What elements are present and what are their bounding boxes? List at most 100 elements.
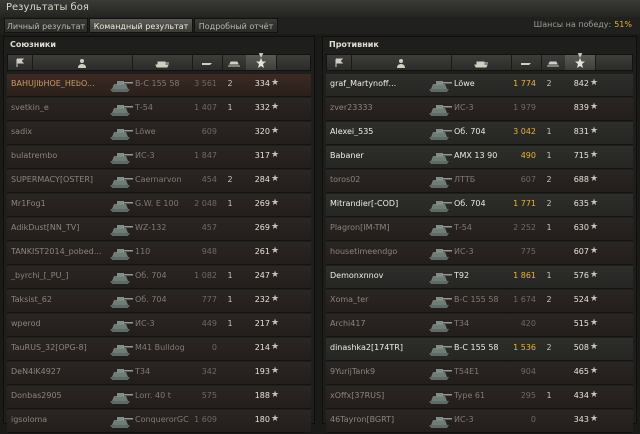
player-name: Demonxnnov [330,271,384,280]
xp-value: 515 [573,319,589,328]
xp-column-header[interactable]: ▼ [246,52,277,70]
damage-column-header[interactable] [192,55,223,70]
frags-column-header[interactable] [541,55,566,70]
table-row[interactable]: TANKIST2014_pobed... 110 948 261 ★ [7,242,311,265]
tank-icon [110,297,133,308]
table-row[interactable]: graf_Martynoff... Löwe 1 774 2 842 ★ [326,74,633,97]
table-row[interactable]: housetimeendgo ИС-3 775 607 ★ [326,242,633,265]
tank-icon [429,153,452,164]
star-icon: ★ [271,270,280,280]
platoon-column-header[interactable] [8,55,33,70]
frags-value: 1 [227,319,233,328]
star-icon: ★ [271,174,280,184]
tank-name: Т34 [454,319,470,328]
table-row[interactable]: 9YurijTank9 T54E1 904 465 ★ [326,362,633,385]
table-row[interactable]: Demonxnnov T92 1 861 1 576 ★ [326,266,633,289]
table-row[interactable]: _byrchi_[_PU_] Об. 704 1 082 1 247 ★ [7,266,311,289]
star-icon: ★ [590,198,599,208]
xp-column-header[interactable]: ▼ [565,52,596,70]
frags-column-header[interactable] [222,55,247,70]
table-row[interactable]: sadix Löwe 609 320 ★ [7,122,311,145]
player-name: Alexei_535 [330,127,374,136]
table-row[interactable]: Mitrandier[-COD] Об. 704 1 771 2 635 ★ [326,194,633,217]
star-icon: ★ [590,294,599,304]
damage-column-header[interactable] [511,55,542,70]
arrow-down-icon: ▼ [577,52,583,59]
table-row[interactable]: 46Tayron[BGRT] ИС-3 0 343 ★ [326,410,633,433]
xp-value: 524 [573,295,589,304]
xp-value: 247 [254,271,270,280]
tank-icon [110,105,133,116]
star-icon: ★ [271,126,280,136]
allies-panel: Союзники ▼ BAHUJlbHOE_HEbO... В-С 155 58 3… [3,36,315,433]
tank-column-header[interactable] [132,55,193,70]
frags-value: 2 [546,79,552,88]
table-row[interactable]: DeN4iK4927 Т34 342 193 ★ [7,362,311,385]
xp-value: 839 [573,103,589,112]
frags-value: 1 [546,271,552,280]
tank-name: ИС-3 [454,415,474,424]
tank-silhouette-icon [547,61,559,67]
damage-value: 1 674 [513,295,536,304]
platoon-column-header[interactable] [327,55,352,70]
table-row[interactable]: BAHUJlbHOE_HEbO... В-С 155 58 3 561 2 334 ★ [7,74,311,97]
flag-icon [335,58,344,67]
star-icon: ★ [590,102,599,112]
tank-name: AMX 13 90 [454,151,498,160]
tab-team-result[interactable]: Командный результат [89,18,193,33]
table-row[interactable]: toros02 ЛТТБ 607 2 688 ★ [326,170,633,193]
player-column-header[interactable] [351,55,452,70]
table-row[interactable]: Plagron[IM-TM] Т-54 2 252 1 630 ★ [326,218,633,241]
player-name: toros02 [330,175,361,184]
person-icon [78,59,86,68]
player-name: Mr1Fog1 [11,199,46,208]
tank-name: В-С 155 58 [135,79,180,88]
tank-icon [110,177,133,188]
table-row[interactable]: SUPERMACY[OSTER] Caernarvon 454 2 284 ★ [7,170,311,193]
table-row[interactable]: Archi417 Т34 420 515 ★ [326,314,633,337]
star-icon: ★ [590,174,599,184]
damage-value: 342 [201,367,217,376]
star-icon: ★ [590,222,599,232]
damage-value: 454 [201,175,217,184]
star-icon: ★ [590,78,599,88]
tank-name: Об. 704 [135,271,167,280]
player-column-header[interactable] [32,55,133,70]
player-name: svetkin_e [11,103,49,112]
player-name: 46Tayron[BGRT] [330,415,395,424]
table-row[interactable]: Alexei_535 Об. 704 3 042 1 831 ★ [326,122,633,145]
table-row[interactable]: Mr1Fog1 G.W. E 100 2 048 1 269 ★ [7,194,311,217]
player-name: Mitrandier[-COD] [330,199,399,208]
table-row[interactable]: wperod ИС-3 449 1 217 ★ [7,314,311,337]
tank-name: Т34 [135,367,151,376]
tab-personal-result[interactable]: Личный результат [4,18,88,33]
table-row[interactable]: TauRUS_32[OPG-8] M41 Bulldog 0 214 ★ [7,338,311,361]
table-row[interactable]: zver23333 ИС-3 1 979 839 ★ [326,98,633,121]
xp-value: 217 [254,319,270,328]
tank-name: В-С 155 58 [454,295,499,304]
xp-value: 343 [573,415,589,424]
frags-value: 1 [546,151,552,160]
table-row[interactable]: Xoma_ter В-С 155 58 1 674 2 524 ★ [326,290,633,313]
table-row[interactable]: dinashka2[174TR] В-С 155 58 1 536 2 508 ★ [326,338,633,361]
table-row[interactable]: AdikDust[NN_TV] WZ-132 457 269 ★ [7,218,311,241]
star-icon: ★ [271,366,280,376]
allies-column-header: ▼ [7,52,311,71]
player-name: housetimeendgo [330,247,398,256]
table-row[interactable]: xOffx[37RUS] Type 61 295 1 434 ★ [326,386,633,409]
player-name: sadix [11,127,33,136]
table-row[interactable]: Donbas2905 Lorr. 40 t 575 188 ★ [7,386,311,409]
tank-name: ЛТТБ [454,175,476,184]
table-row[interactable]: svetkin_e Т-54 1 407 1 332 ★ [7,98,311,121]
table-row[interactable]: igsoloma ConquerorGC 1 609 180 ★ [7,410,311,433]
tank-icon [429,321,452,332]
damage-value: 575 [201,391,217,400]
tank-name: ИС-3 [135,319,155,328]
table-row[interactable]: Taksist_62 Об. 704 777 1 232 ★ [7,290,311,313]
tank-column-header[interactable] [451,55,512,70]
window-titlebar: Результаты боя [0,0,640,18]
tab-detailed-report[interactable]: Подробный отчёт [194,18,278,33]
table-row[interactable]: bulatrembo ИС-3 1 847 317 ★ [7,146,311,169]
table-row[interactable]: Babaner AMX 13 90 490 1 715 ★ [326,146,633,169]
damage-value: 0 [211,343,217,352]
